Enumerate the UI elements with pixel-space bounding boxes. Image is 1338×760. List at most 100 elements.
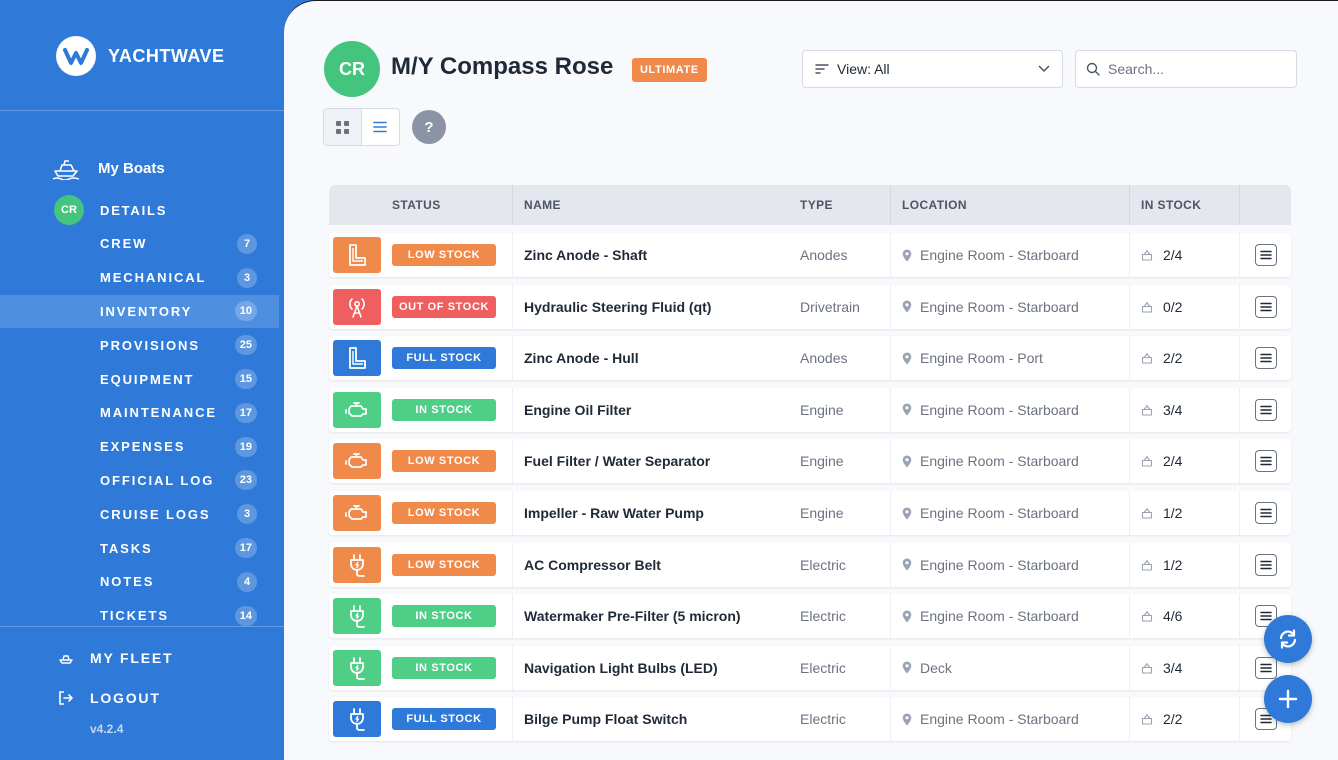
- sidebar-item-cruise-logs[interactable]: CRUISE LOGS 3: [0, 497, 279, 531]
- th-in-stock[interactable]: IN STOCK: [1141, 185, 1201, 225]
- refresh-button[interactable]: [1264, 615, 1312, 663]
- sidebar-my-boats[interactable]: My Boats: [52, 152, 165, 184]
- th-name[interactable]: NAME: [524, 185, 561, 225]
- row-menu-button[interactable]: [1255, 398, 1277, 421]
- sidebar-item-count: 7: [237, 233, 257, 254]
- item-location: Engine Room - Port: [920, 350, 1043, 367]
- sidebar-item-notes[interactable]: NOTES 4: [0, 565, 279, 599]
- sidebar-item-official-log[interactable]: OFFICIAL LOG 23: [0, 464, 279, 498]
- menu-lines-icon: [1260, 405, 1272, 415]
- item-type: Drivetrain: [800, 298, 860, 315]
- th-divider: [890, 185, 891, 225]
- search-input[interactable]: [1108, 61, 1278, 77]
- sidebar-item-count: 25: [234, 335, 257, 356]
- item-name: Hydraulic Steering Fluid (qt): [524, 298, 712, 315]
- steering-icon: [333, 288, 381, 325]
- item-name: Navigation Light Bulbs (LED): [524, 659, 718, 676]
- sidebar-item-tickets[interactable]: TICKETS 14: [0, 599, 279, 633]
- sidebar-item-label: TASKS: [100, 540, 153, 556]
- main-content: CR M/Y Compass Rose ULTIMATE View: All S…: [284, 0, 1338, 760]
- table-header: STATUS NAME TYPE LOCATION IN STOCK: [329, 185, 1291, 225]
- col-divider: [512, 387, 513, 432]
- row-menu-button[interactable]: [1255, 450, 1277, 473]
- sidebar-item-count: 19: [234, 436, 257, 457]
- sidebar-item-equipment[interactable]: EQUIPMENT 15: [0, 362, 279, 396]
- stock-box-icon: [1141, 250, 1153, 261]
- col-divider: [890, 594, 891, 639]
- my-fleet-label: MY FLEET: [90, 650, 174, 666]
- sidebar-details[interactable]: CR DETAILS: [54, 195, 167, 225]
- stock-box-icon: [1141, 611, 1153, 622]
- my-boats-label: My Boats: [98, 159, 165, 177]
- th-location[interactable]: LOCATION: [902, 185, 967, 225]
- anode-icon: [333, 237, 381, 273]
- location-pin-icon: [902, 661, 912, 674]
- sidebar-item-mechanical[interactable]: MECHANICAL 3: [0, 261, 279, 295]
- item-stock: 0/2: [1163, 298, 1183, 315]
- table-row[interactable]: FULL STOCK Bilge Pump Float Switch Electri…: [329, 697, 1291, 742]
- item-type: Electric: [800, 608, 846, 625]
- sidebar-item-expenses[interactable]: EXPENSES 19: [0, 430, 279, 464]
- page-title: M/Y Compass Rose: [391, 53, 614, 80]
- col-divider: [1239, 387, 1240, 432]
- item-name: Bilge Pump Float Switch: [524, 711, 688, 728]
- item-type: Engine: [800, 401, 844, 418]
- list-view-button[interactable]: [362, 109, 400, 145]
- sidebar-item-inventory[interactable]: INVENTORY 10: [0, 294, 279, 329]
- status-badge: LOW STOCK: [392, 244, 496, 266]
- engine-icon: [333, 443, 381, 480]
- row-menu-button[interactable]: [1255, 244, 1277, 266]
- sidebar-item-count: 4: [237, 571, 257, 592]
- sidebar-nav: CREW 7 MECHANICAL 3 INVENTORY 10 PROVISIONS 25 E…: [0, 227, 279, 633]
- location-pin-icon: [902, 610, 912, 623]
- item-type: Engine: [800, 453, 844, 470]
- sidebar-item-tasks[interactable]: TASKS 17: [0, 531, 279, 565]
- sidebar-logout[interactable]: LOGOUT: [58, 686, 161, 710]
- menu-lines-icon: [1260, 611, 1272, 621]
- brand[interactable]: YACHTWAVE: [56, 36, 225, 76]
- table-row[interactable]: FULL STOCK Zinc Anode - Hull Anodes Engine …: [329, 336, 1291, 381]
- sidebar-my-fleet[interactable]: MY FLEET: [58, 646, 173, 670]
- row-menu-button[interactable]: [1255, 502, 1277, 524]
- sidebar-item-count: 14: [234, 605, 257, 626]
- sidebar-divider-top: [0, 110, 284, 111]
- item-location: Engine Room - Starboard: [920, 711, 1079, 728]
- table-row[interactable]: IN STOCK Engine Oil Filter Engine Engine Ro…: [329, 387, 1291, 432]
- row-menu-button[interactable]: [1255, 656, 1277, 679]
- item-type: Electric: [800, 659, 846, 676]
- th-divider: [1239, 185, 1240, 225]
- col-divider: [512, 542, 513, 587]
- status-badge: OUT OF STOCK: [392, 295, 496, 318]
- table-row[interactable]: LOW STOCK Zinc Anode - Shaft Anodes Engine …: [329, 233, 1291, 277]
- th-type[interactable]: TYPE: [800, 185, 833, 225]
- app-version: v4.2.4: [90, 722, 124, 736]
- boat-icon: [52, 160, 80, 180]
- sidebar-item-crew[interactable]: CREW 7: [0, 227, 279, 261]
- row-menu-button[interactable]: [1255, 295, 1277, 318]
- table-row[interactable]: IN STOCK Watermaker Pre-Filter (5 micron)…: [329, 594, 1291, 639]
- sidebar-item-maintenance[interactable]: MAINTENANCE 17: [0, 396, 279, 430]
- table-row[interactable]: IN STOCK Navigation Light Bulbs (LED) Elec…: [329, 645, 1291, 690]
- table-row[interactable]: LOW STOCK Fuel Filter / Water Separator En…: [329, 439, 1291, 484]
- item-type: Engine: [800, 505, 844, 521]
- table-row[interactable]: LOW STOCK AC Compressor Belt Electric Engin…: [329, 542, 1291, 587]
- row-menu-button[interactable]: [1255, 553, 1277, 576]
- grid-view-button[interactable]: [324, 109, 362, 145]
- row-menu-button[interactable]: [1255, 347, 1277, 370]
- add-item-button[interactable]: [1264, 675, 1312, 723]
- sidebar-item-label: MAINTENANCE: [100, 405, 217, 421]
- col-divider: [1239, 594, 1240, 639]
- item-name: Zinc Anode - Hull: [524, 350, 639, 367]
- search-box[interactable]: [1075, 50, 1297, 88]
- sidebar-item-provisions[interactable]: PROVISIONS 25: [0, 328, 279, 362]
- item-location: Engine Room - Starboard: [920, 298, 1079, 315]
- item-stock: 3/4: [1163, 401, 1183, 418]
- location-pin-icon: [902, 352, 912, 365]
- help-button[interactable]: ?: [412, 110, 446, 144]
- menu-lines-icon: [1260, 302, 1272, 311]
- sidebar-item-count: 3: [237, 504, 257, 525]
- table-row[interactable]: OUT OF STOCK Hydraulic Steering Fluid (qt…: [329, 284, 1291, 329]
- view-select[interactable]: View: All: [802, 50, 1063, 88]
- th-status[interactable]: STATUS: [392, 185, 441, 225]
- table-row[interactable]: LOW STOCK Impeller - Raw Water Pump Engine…: [329, 491, 1291, 535]
